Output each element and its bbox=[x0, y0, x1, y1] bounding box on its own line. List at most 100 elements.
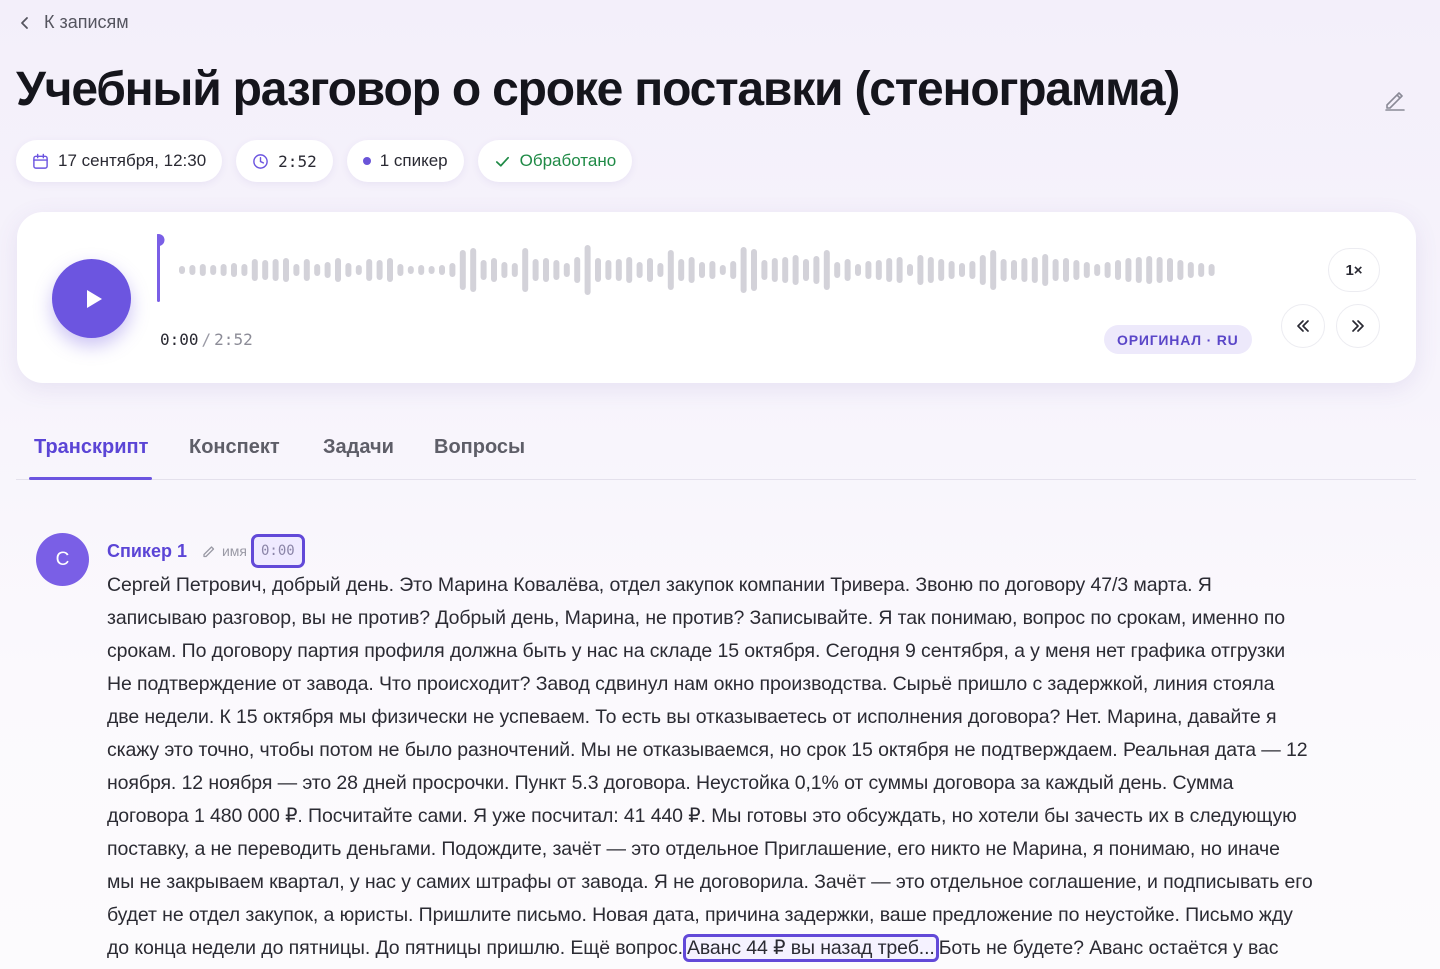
speakers-chip-label: 1 спикер bbox=[379, 151, 448, 170]
active-tab-indicator bbox=[29, 477, 152, 480]
waveform-bar bbox=[251, 259, 258, 281]
forward-button[interactable] bbox=[1336, 304, 1380, 348]
waveform-bar bbox=[303, 259, 310, 281]
tabs: Транскрипт Конспект Задачи Вопросы bbox=[16, 420, 1416, 480]
waveform-bar bbox=[792, 255, 799, 285]
waveform-bar bbox=[1042, 254, 1049, 286]
waveform-bar bbox=[324, 262, 331, 278]
waveform-bar bbox=[293, 264, 300, 276]
date-chip-label: 17 сентября, 12:30 bbox=[58, 151, 207, 170]
waveform-bar bbox=[459, 250, 466, 290]
waveform-bar bbox=[543, 258, 549, 282]
highlighted-phrase[interactable]: Аванс 44 ₽ вы назад треб... bbox=[682, 934, 939, 962]
waveform-bar bbox=[1094, 264, 1101, 276]
waveform-bar bbox=[886, 258, 893, 282]
waveform-bar bbox=[220, 264, 227, 276]
waveform-bar bbox=[678, 259, 685, 281]
waveform-bar bbox=[355, 265, 362, 275]
waveform-bar bbox=[959, 263, 965, 277]
waveform-bar bbox=[969, 261, 976, 279]
page-title: Учебный разговор о сроке поставки (стено… bbox=[16, 63, 1180, 116]
duration-chip-label: 2:52 bbox=[278, 151, 317, 171]
waveform-bar bbox=[667, 250, 674, 290]
waveform-bar bbox=[272, 259, 279, 281]
transcript-line: поставку, а не переводить деньгами. Подо… bbox=[107, 838, 1280, 860]
waveform-bar bbox=[636, 262, 643, 278]
transcript-line: мы не закрываем квартал, у нас у самих ш… bbox=[107, 871, 1313, 893]
back-link[interactable]: К записям bbox=[18, 12, 129, 33]
waveform-bar bbox=[647, 258, 653, 282]
waveform-bar bbox=[470, 248, 477, 292]
waveform-bar bbox=[335, 258, 341, 282]
waveform-bar bbox=[189, 265, 196, 275]
pencil-icon bbox=[203, 546, 215, 558]
playhead[interactable] bbox=[157, 240, 160, 302]
rewind-icon bbox=[1297, 320, 1309, 332]
waveform-bar bbox=[1167, 258, 1173, 282]
transcript-line: срокам. По договору партия профиля должн… bbox=[107, 640, 1286, 662]
clock-icon bbox=[253, 153, 268, 169]
waveform-bar bbox=[855, 264, 861, 276]
waveform-bar bbox=[917, 255, 924, 285]
speed-button[interactable]: 1× bbox=[1328, 248, 1380, 292]
waveform-bar bbox=[1063, 258, 1069, 282]
waveform-bar bbox=[179, 266, 185, 274]
waveform-bar bbox=[553, 260, 560, 280]
waveform-bar bbox=[657, 263, 664, 277]
waveform-bar bbox=[907, 264, 913, 276]
waveform-bar bbox=[834, 262, 841, 278]
tab-transcript[interactable]: Транскрипт bbox=[34, 436, 148, 459]
waveform-bar bbox=[761, 260, 768, 280]
waveform-bar bbox=[771, 258, 778, 282]
transcript-line: скажу это точно, чтобы потом не было раз… bbox=[107, 739, 1308, 761]
waveform-bar bbox=[615, 259, 622, 281]
waveform-bar bbox=[1156, 257, 1163, 283]
playhead-knob[interactable] bbox=[157, 234, 165, 246]
waveform-bar bbox=[626, 257, 633, 283]
language-badge[interactable]: ОРИГИНАЛ · RU bbox=[1104, 325, 1252, 354]
waveform-bar bbox=[896, 257, 903, 283]
waveform-bar bbox=[803, 259, 809, 281]
waveform-bar bbox=[376, 260, 383, 280]
waveform-bar bbox=[501, 262, 508, 278]
waveform-bar bbox=[688, 257, 695, 283]
waveform-bar bbox=[1031, 257, 1038, 283]
transcript-text-after: Боть не будете? Аванс остаётся у вас bbox=[938, 937, 1279, 959]
tab-questions[interactable]: Вопросы bbox=[434, 436, 525, 459]
speaker-name[interactable]: Спикер 1 bbox=[107, 541, 187, 562]
tab-summary[interactable]: Конспект bbox=[189, 436, 280, 459]
transcript-line: до конца недели до пятницы. До пятницы п… bbox=[107, 932, 1407, 965]
rename-speaker-button[interactable]: имя bbox=[201, 543, 247, 559]
waveform-bar bbox=[1125, 258, 1132, 282]
pencil-icon[interactable] bbox=[1382, 86, 1408, 112]
waveform-bar bbox=[199, 264, 206, 276]
waveform-bar bbox=[397, 264, 404, 276]
waveform-bar bbox=[1104, 262, 1111, 278]
segment-timestamp[interactable]: 0:00 bbox=[251, 534, 305, 568]
waveform-bar bbox=[428, 266, 435, 274]
status-chip-label: Обработано bbox=[519, 151, 617, 170]
rewind-button[interactable] bbox=[1281, 304, 1325, 348]
waveform-bar bbox=[1052, 259, 1059, 281]
waveform-bar bbox=[439, 265, 445, 275]
waveform-bar bbox=[719, 265, 726, 275]
transcript-line: две недели. К 15 октября мы физически не… bbox=[107, 706, 1277, 728]
waveform-bar bbox=[1021, 258, 1028, 282]
waveform-bar bbox=[948, 261, 955, 279]
speakers-chip: 1 спикер bbox=[346, 140, 464, 182]
tab-tasks[interactable]: Задачи bbox=[323, 436, 394, 459]
waveform-bar bbox=[1187, 262, 1194, 278]
waveform-bar bbox=[1208, 264, 1215, 276]
current-time: 0:00 bbox=[160, 330, 199, 349]
date-chip: 17 сентября, 12:30 bbox=[16, 140, 223, 182]
waveform-bar bbox=[1198, 263, 1205, 277]
waveform[interactable] bbox=[157, 230, 1257, 330]
play-button[interactable] bbox=[52, 259, 131, 338]
speaker-dot bbox=[362, 157, 371, 165]
back-link-label: К записям bbox=[44, 12, 129, 32]
transcript-line: договора 1 480 000 ₽. Посчитайте сами. Я… bbox=[107, 805, 1297, 827]
audio-player: 0:00/2:52 ОРИГИНАЛ · RU 1× bbox=[17, 212, 1416, 383]
duration-chip: 2:52 bbox=[236, 140, 333, 182]
waveform-bar bbox=[532, 259, 539, 281]
waveform-bar bbox=[1146, 256, 1153, 284]
